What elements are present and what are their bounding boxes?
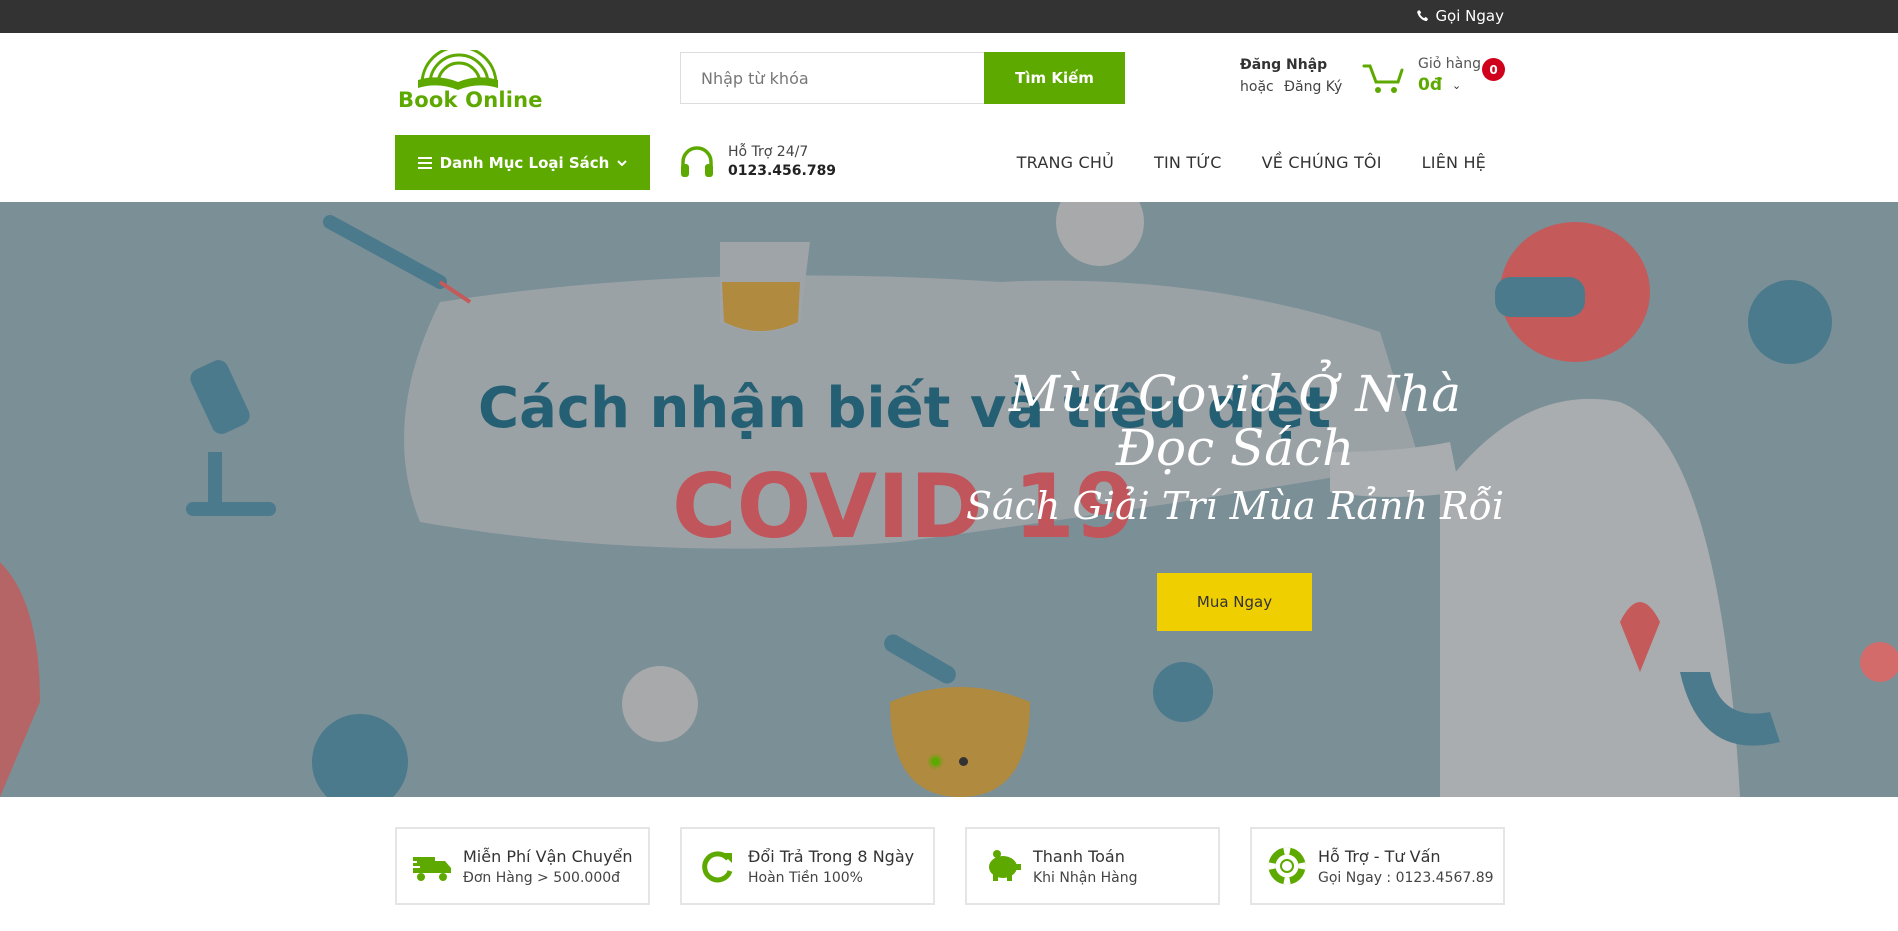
feature-free-shipping: Miễn Phí Vận Chuyển Đơn Hàng > 500.000đ	[395, 827, 650, 905]
support-hotline: Hỗ Trợ 24/7 0123.456.789	[678, 143, 836, 179]
feature-strip: Miễn Phí Vận Chuyển Đơn Hàng > 500.000đ …	[395, 827, 1505, 905]
logo-text: Book Online	[398, 88, 543, 112]
menu-item-about[interactable]: VỀ CHÚNG TÔI	[1262, 153, 1382, 172]
support-phone: 0123.456.789	[728, 162, 837, 179]
hero-title: Mùa Covid Ở Nhà Đọc Sách	[1008, 365, 1462, 477]
lifebuoy-icon	[1268, 847, 1306, 885]
hero-subtitle: Sách Giải Trí Mùa Rảnh Rỗi	[965, 484, 1505, 528]
main-menu: TRANG CHỦ TIN TỨC VỀ CHÚNG TÔI LIÊN HỆ	[1017, 153, 1486, 172]
cart-total-value: 0đ	[1418, 75, 1442, 95]
feature-sub: Gọi Ngay : 0123.4567.89	[1318, 869, 1494, 886]
phone-icon	[1417, 10, 1429, 21]
category-menu-label: Danh Mục Loại Sách	[439, 153, 610, 172]
feature-title: Thanh Toán	[1033, 846, 1125, 866]
hero-slider: Cách nhận biết và tiêu diệt COVID 19 Mùa…	[0, 202, 1898, 797]
chevron-down-icon[interactable]: ⌄	[1452, 79, 1461, 92]
hero-illustration: Cách nhận biết và tiêu diệt COVID 19	[0, 202, 1898, 797]
cart-icon	[1362, 64, 1404, 93]
menu-item-news[interactable]: TIN TỨC	[1154, 153, 1222, 172]
search-input[interactable]	[680, 52, 984, 104]
chevron-down-icon	[617, 159, 628, 166]
feature-title: Miễn Phí Vận Chuyển	[463, 846, 633, 866]
register-link[interactable]: Đăng Ký	[1284, 79, 1342, 95]
feature-cod: Thanh Toán Khi Nhận Hàng	[965, 827, 1220, 905]
search-bar: Tìm Kiếm	[680, 52, 1125, 104]
book-rainbow-icon	[418, 50, 498, 90]
feature-title: Đổi Trả Trong 8 Ngày	[748, 846, 915, 866]
category-menu-button[interactable]: Danh Mục Loại Sách	[395, 135, 650, 190]
buy-now-button[interactable]: Mua Ngay	[1157, 573, 1312, 631]
login-link[interactable]: Đăng Nhập	[1240, 57, 1348, 73]
feature-sub: Khi Nhận Hàng	[1033, 869, 1138, 886]
hamburger-icon	[417, 156, 432, 169]
account-links: Đăng Nhập hoặc Đăng Ký	[1240, 57, 1348, 95]
slider-dot-2[interactable]	[959, 757, 968, 766]
call-now-label: Gọi Ngay	[1435, 7, 1504, 25]
or-label: hoặc	[1240, 79, 1274, 95]
feature-return: Đổi Trả Trong 8 Ngày Hoàn Tiền 100%	[680, 827, 935, 905]
search-button[interactable]: Tìm Kiếm	[984, 52, 1125, 104]
slider-dot-1[interactable]	[931, 757, 940, 766]
feature-support: Hỗ Trợ - Tư Vấn Gọi Ngay : 0123.4567.89	[1250, 827, 1505, 905]
cart-total: 0đ ⌄	[1418, 75, 1461, 95]
support-title: Hỗ Trợ 24/7	[728, 143, 809, 160]
site-logo[interactable]: Book Online	[398, 50, 543, 112]
cart-label: Giỏ hàng	[1418, 56, 1481, 72]
cart-widget[interactable]: Giỏ hàng 0đ ⌄ 0	[1362, 56, 1507, 101]
refresh-icon	[702, 851, 733, 883]
headphones-icon	[681, 146, 713, 177]
menu-item-contact[interactable]: LIÊN HỆ	[1422, 153, 1486, 172]
cart-count-badge: 0	[1482, 58, 1505, 81]
truck-icon	[411, 857, 451, 881]
menu-item-home[interactable]: TRANG CHỦ	[1017, 153, 1114, 172]
feature-title: Hỗ Trợ - Tư Vấn	[1318, 846, 1441, 866]
top-bar: Gọi Ngay	[0, 0, 1898, 33]
feature-sub: Đơn Hàng > 500.000đ	[463, 869, 621, 886]
call-now-link[interactable]: Gọi Ngay	[1416, 7, 1504, 25]
feature-sub: Hoàn Tiền 100%	[748, 869, 863, 886]
piggy-bank-icon	[989, 850, 1021, 881]
